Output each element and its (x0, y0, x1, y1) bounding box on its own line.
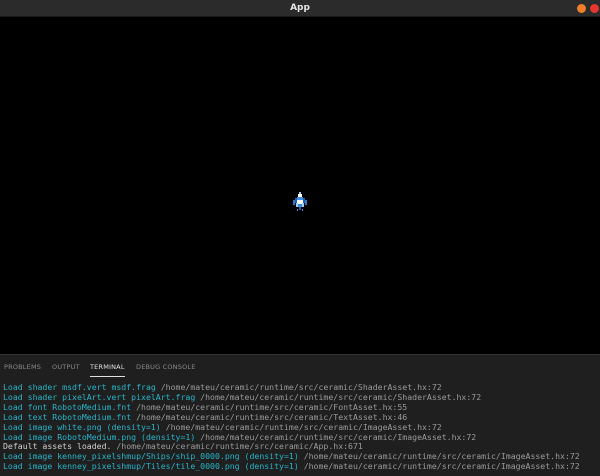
window-title: App (290, 3, 310, 13)
terminal-line: Load image kenney_pixelshmup/Ships/ship_… (3, 452, 580, 462)
terminal-line: Load image kenney_pixelshmup/Tiles/tile_… (3, 462, 580, 472)
terminal-line: Load shader msdf.vert msdf.frag /home/ma… (3, 383, 442, 392)
bottom-panel: PROBLEMS OUTPUT TERMINAL DEBUG CONSOLE L… (0, 354, 600, 476)
terminal-line: Load font RobotoMedium.fnt /home/mateu/c… (3, 402, 408, 412)
tab-terminal[interactable]: TERMINAL (90, 355, 125, 377)
terminal-line: Load image white.png (density=1) /home/m… (3, 422, 442, 432)
game-canvas[interactable] (0, 17, 600, 354)
ship-sprite (293, 192, 307, 211)
close-icon[interactable] (590, 4, 599, 13)
terminal-line: Load image RobotoMedium.png (density=1) … (3, 432, 477, 442)
terminal-output[interactable]: Load shader msdf.vert msdf.frag /home/ma… (3, 383, 597, 472)
terminal-line: Load shader pixelArt.vert pixelArt.frag … (3, 392, 482, 402)
panel-tabs: PROBLEMS OUTPUT TERMINAL DEBUG CONSOLE (0, 355, 600, 377)
tab-problems[interactable]: PROBLEMS (4, 355, 41, 377)
window-titlebar[interactable]: App (0, 0, 600, 17)
terminal-line: Default assets loaded. /home/mateu/ceram… (3, 442, 363, 452)
tab-debug-console[interactable]: DEBUG CONSOLE (136, 355, 196, 377)
minimize-icon[interactable] (577, 4, 586, 13)
tab-output[interactable]: OUTPUT (52, 355, 80, 377)
terminal-line: Load text RobotoMedium.fnt /home/mateu/c… (3, 412, 408, 422)
